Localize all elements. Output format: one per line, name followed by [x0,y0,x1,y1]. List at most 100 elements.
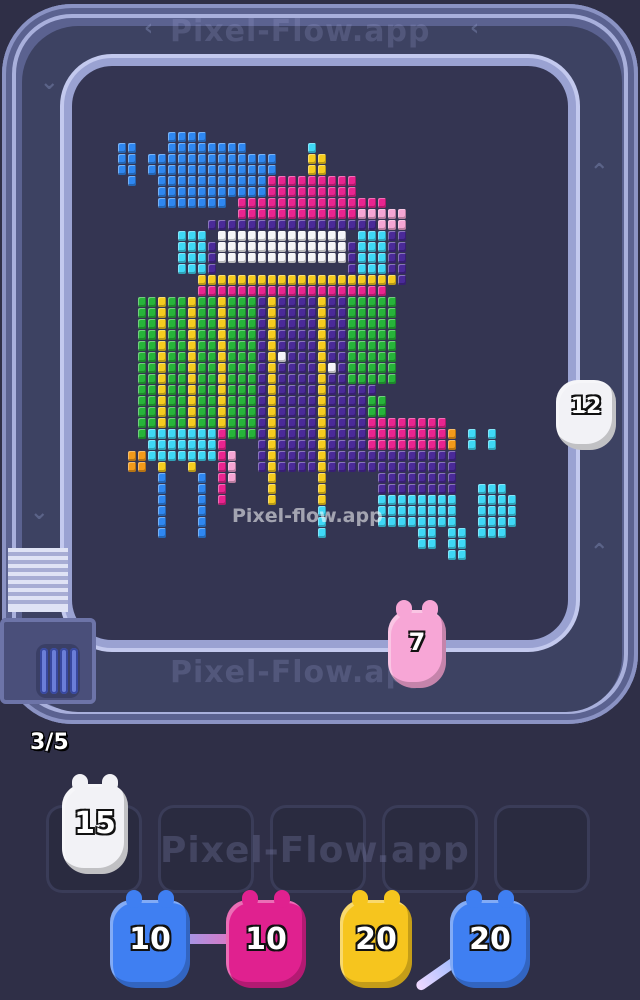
pixel-cell [198,352,206,362]
queued-shooter[interactable]: 15 [62,774,128,874]
pixel-cell [198,187,206,197]
pixel-cell [278,198,286,208]
pixel-cell [158,495,166,505]
pixel-cell [358,385,366,395]
pixel-cell [328,352,336,362]
pixel-cell [158,374,166,384]
pixel-cell [188,451,196,461]
pixel-cell [308,143,316,153]
queue-slot-5[interactable] [494,805,590,893]
pixel-cell [228,374,236,384]
pixel-cell [328,220,336,230]
pixel-cell [468,429,476,439]
pixel-cell [208,352,216,362]
pixel-cell [278,209,286,219]
pixel-cell [198,363,206,373]
pixel-cell [448,462,456,472]
pixel-cell [358,451,366,461]
chevron-down-icon: ⌄ [30,500,49,525]
track-shooter[interactable]: 7 [388,600,446,688]
pixel-cell [348,330,356,340]
pixel-cell [258,253,266,263]
pixel-cell [288,242,296,252]
pixel-cell [318,451,326,461]
pixel-cell [298,374,306,384]
pixel-cell [148,385,156,395]
pixel-cell [358,363,366,373]
pixel-cell [378,418,386,428]
ear [466,890,482,908]
pixel-cell [248,275,256,285]
pixel-cell [218,286,226,296]
pixel-cell [488,495,496,505]
pixel-cell [258,231,266,241]
pixel-cell [308,275,316,285]
pixel-cell [278,385,286,395]
pixel-cell [158,363,166,373]
pixel-cell [118,165,126,175]
pixel-cell [268,242,276,252]
pixel-cell [488,517,496,527]
pixel-cell [438,418,446,428]
pixel-cell [318,231,326,241]
pixel-cell [418,451,426,461]
pixel-cell [258,275,266,285]
pixel-cell [338,407,346,417]
pixel-cell [178,396,186,406]
pixel-cell [318,440,326,450]
pixel-cell [378,407,386,417]
pixel-cell [178,264,186,274]
track-shooter[interactable]: 12 [556,380,616,450]
pixel-cell [468,440,476,450]
shooter-count: 20 [469,922,511,957]
pixel-cell [308,396,316,406]
pixel-cell [378,297,386,307]
pixel-cell [198,231,206,241]
pixel-cell [288,209,296,219]
pixel-cell [168,176,176,186]
pixel-cell [218,462,226,472]
pixel-cell [208,440,216,450]
pixel-cell [188,242,196,252]
pixel-cell [328,374,336,384]
shooter-blue-2[interactable]: 20 [450,890,530,988]
pixel-cell [298,308,306,318]
pixel-cell [218,220,226,230]
pixel-cell [288,440,296,450]
pixel-cell [248,341,256,351]
pixel-cell [448,550,456,560]
pixel-cell [438,495,446,505]
pixel-cell [178,198,186,208]
pixel-cell [458,528,466,538]
pixel-cell [278,440,286,450]
pixel-cell [348,220,356,230]
pixel-cell [268,253,276,263]
pixel-cell [308,451,316,461]
watermark-slots: Pixel-Flow.app [160,830,470,871]
pixel-cell [318,495,326,505]
pixel-cell [218,352,226,362]
pixel-cell [158,429,166,439]
pixel-cell [158,407,166,417]
pixel-cell [328,330,336,340]
chevron-left-icon: ‹ [470,16,480,41]
pixel-cell [238,286,246,296]
shooter-count: 12 [570,394,602,419]
pixel-cell [228,308,236,318]
pixel-cell [328,231,336,241]
shooter-yellow[interactable]: 20 [340,890,412,988]
pixel-cell [318,462,326,472]
shooter-pink[interactable]: 10 [226,890,306,988]
pixel-cell [388,253,396,263]
pixel-cell [378,451,386,461]
pixel-cell [368,319,376,329]
pixel-cell [358,374,366,384]
pixel-cell [228,231,236,241]
pixel-cell [308,242,316,252]
pixel-cell [158,154,166,164]
shooter-blue-1[interactable]: 10 [110,890,190,988]
pixel-cell [478,506,486,516]
pixel-cell [228,473,236,483]
pixel-cell [258,154,266,164]
pixel-cell [328,275,336,285]
